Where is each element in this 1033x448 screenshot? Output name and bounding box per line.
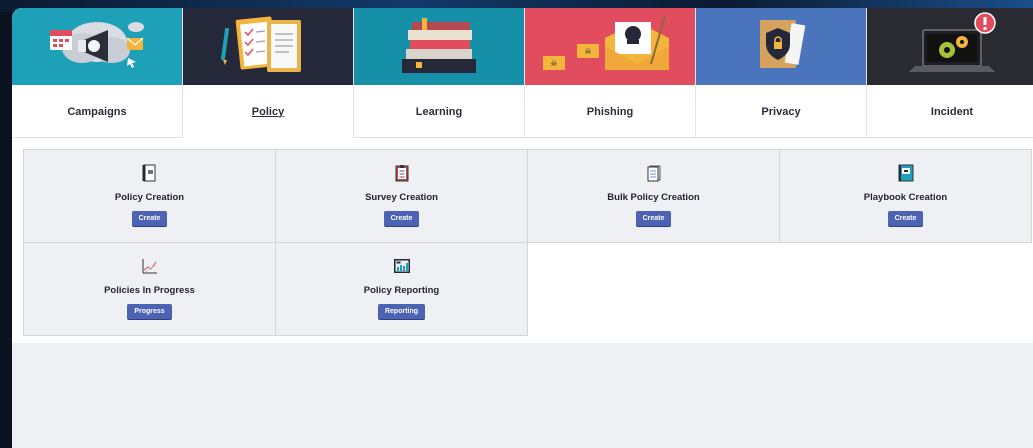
book-icon [898,164,913,182]
tab-label: Phishing [586,105,634,118]
card-policies-in-progress: Policies In Progress Progress [23,242,276,336]
tab-label: Incident [930,105,974,118]
policy-content: Policy Creation Create Survey Creation C… [12,138,1033,343]
shield-folder-icon [696,8,866,85]
document-list-icon [647,165,660,182]
create-policy-button[interactable]: Create [131,211,168,226]
create-playbook-button[interactable]: Create [887,211,924,226]
line-chart-icon [142,259,157,274]
tab-privacy[interactable]: Privacy [696,8,867,138]
card-policy-reporting: Policy Reporting Reporting [275,242,528,336]
category-tabs: Campaigns Policy Learning ☠ ☠ Phishing P… [12,8,1033,138]
clipboard-icon [395,165,408,182]
svg-text:☠: ☠ [550,59,557,68]
tab-learning[interactable]: Learning [354,8,525,138]
tab-label: Learning [415,105,463,118]
tab-label: Campaigns [67,105,127,118]
create-bulk-policy-button[interactable]: Create [635,211,672,226]
card-title: Survey Creation [365,192,438,203]
create-survey-button[interactable]: Create [383,211,420,226]
document-flag-icon [142,164,155,182]
card-bulk-policy-creation: Bulk Policy Creation Create [527,149,780,243]
svg-text:☠: ☠ [584,47,591,56]
card-policy-creation: Policy Creation Create [23,149,276,243]
card-playbook-creation: Playbook Creation Create [779,149,1032,243]
megaphone-cloud-icon [12,8,182,85]
card-title: Policy Reporting [363,285,440,296]
tab-incident[interactable]: Incident [867,8,1033,138]
report-chart-icon [393,259,410,273]
policy-card-grid: Policy Creation Create Survey Creation C… [23,149,1032,336]
page-footer-area [12,343,1033,448]
tab-phishing[interactable]: ☠ ☠ Phishing [525,8,696,138]
background-edge [0,290,12,444]
card-title: Playbook Creation [863,192,948,203]
card-title: Policies In Progress [104,285,195,296]
reporting-button[interactable]: Reporting [377,304,426,319]
card-survey-creation: Survey Creation Create [275,149,528,243]
card-title: Bulk Policy Creation [607,192,700,203]
progress-button[interactable]: Progress [127,304,172,319]
tab-policy[interactable]: Policy [183,8,354,138]
books-stack-icon [354,8,524,85]
tab-label: Policy [251,105,285,118]
envelope-hook-icon: ☠ ☠ [525,8,695,85]
tab-campaigns[interactable]: Campaigns [12,8,183,138]
laptop-alert-icon [867,8,1033,85]
main-panel: Campaigns Policy Learning ☠ ☠ Phishing P… [12,8,1033,448]
tab-label: Privacy [761,105,801,118]
card-title: Policy Creation [114,192,185,203]
clipboard-checklist-icon [183,8,353,85]
